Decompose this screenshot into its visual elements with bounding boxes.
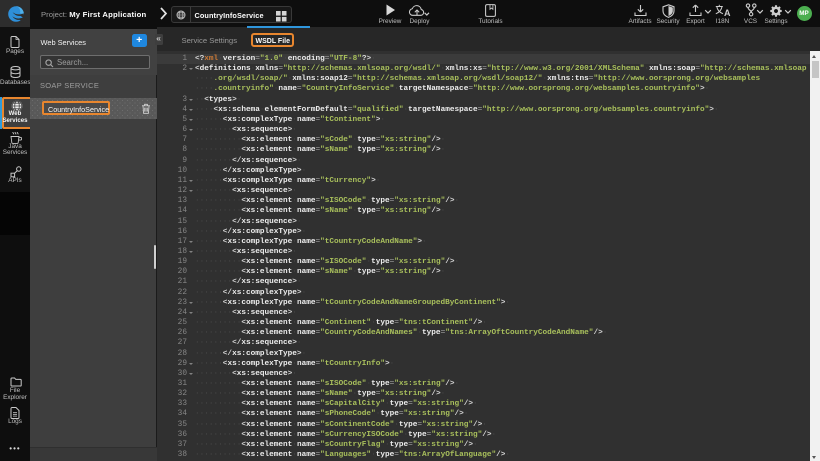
svg-text:A: A bbox=[724, 8, 731, 17]
